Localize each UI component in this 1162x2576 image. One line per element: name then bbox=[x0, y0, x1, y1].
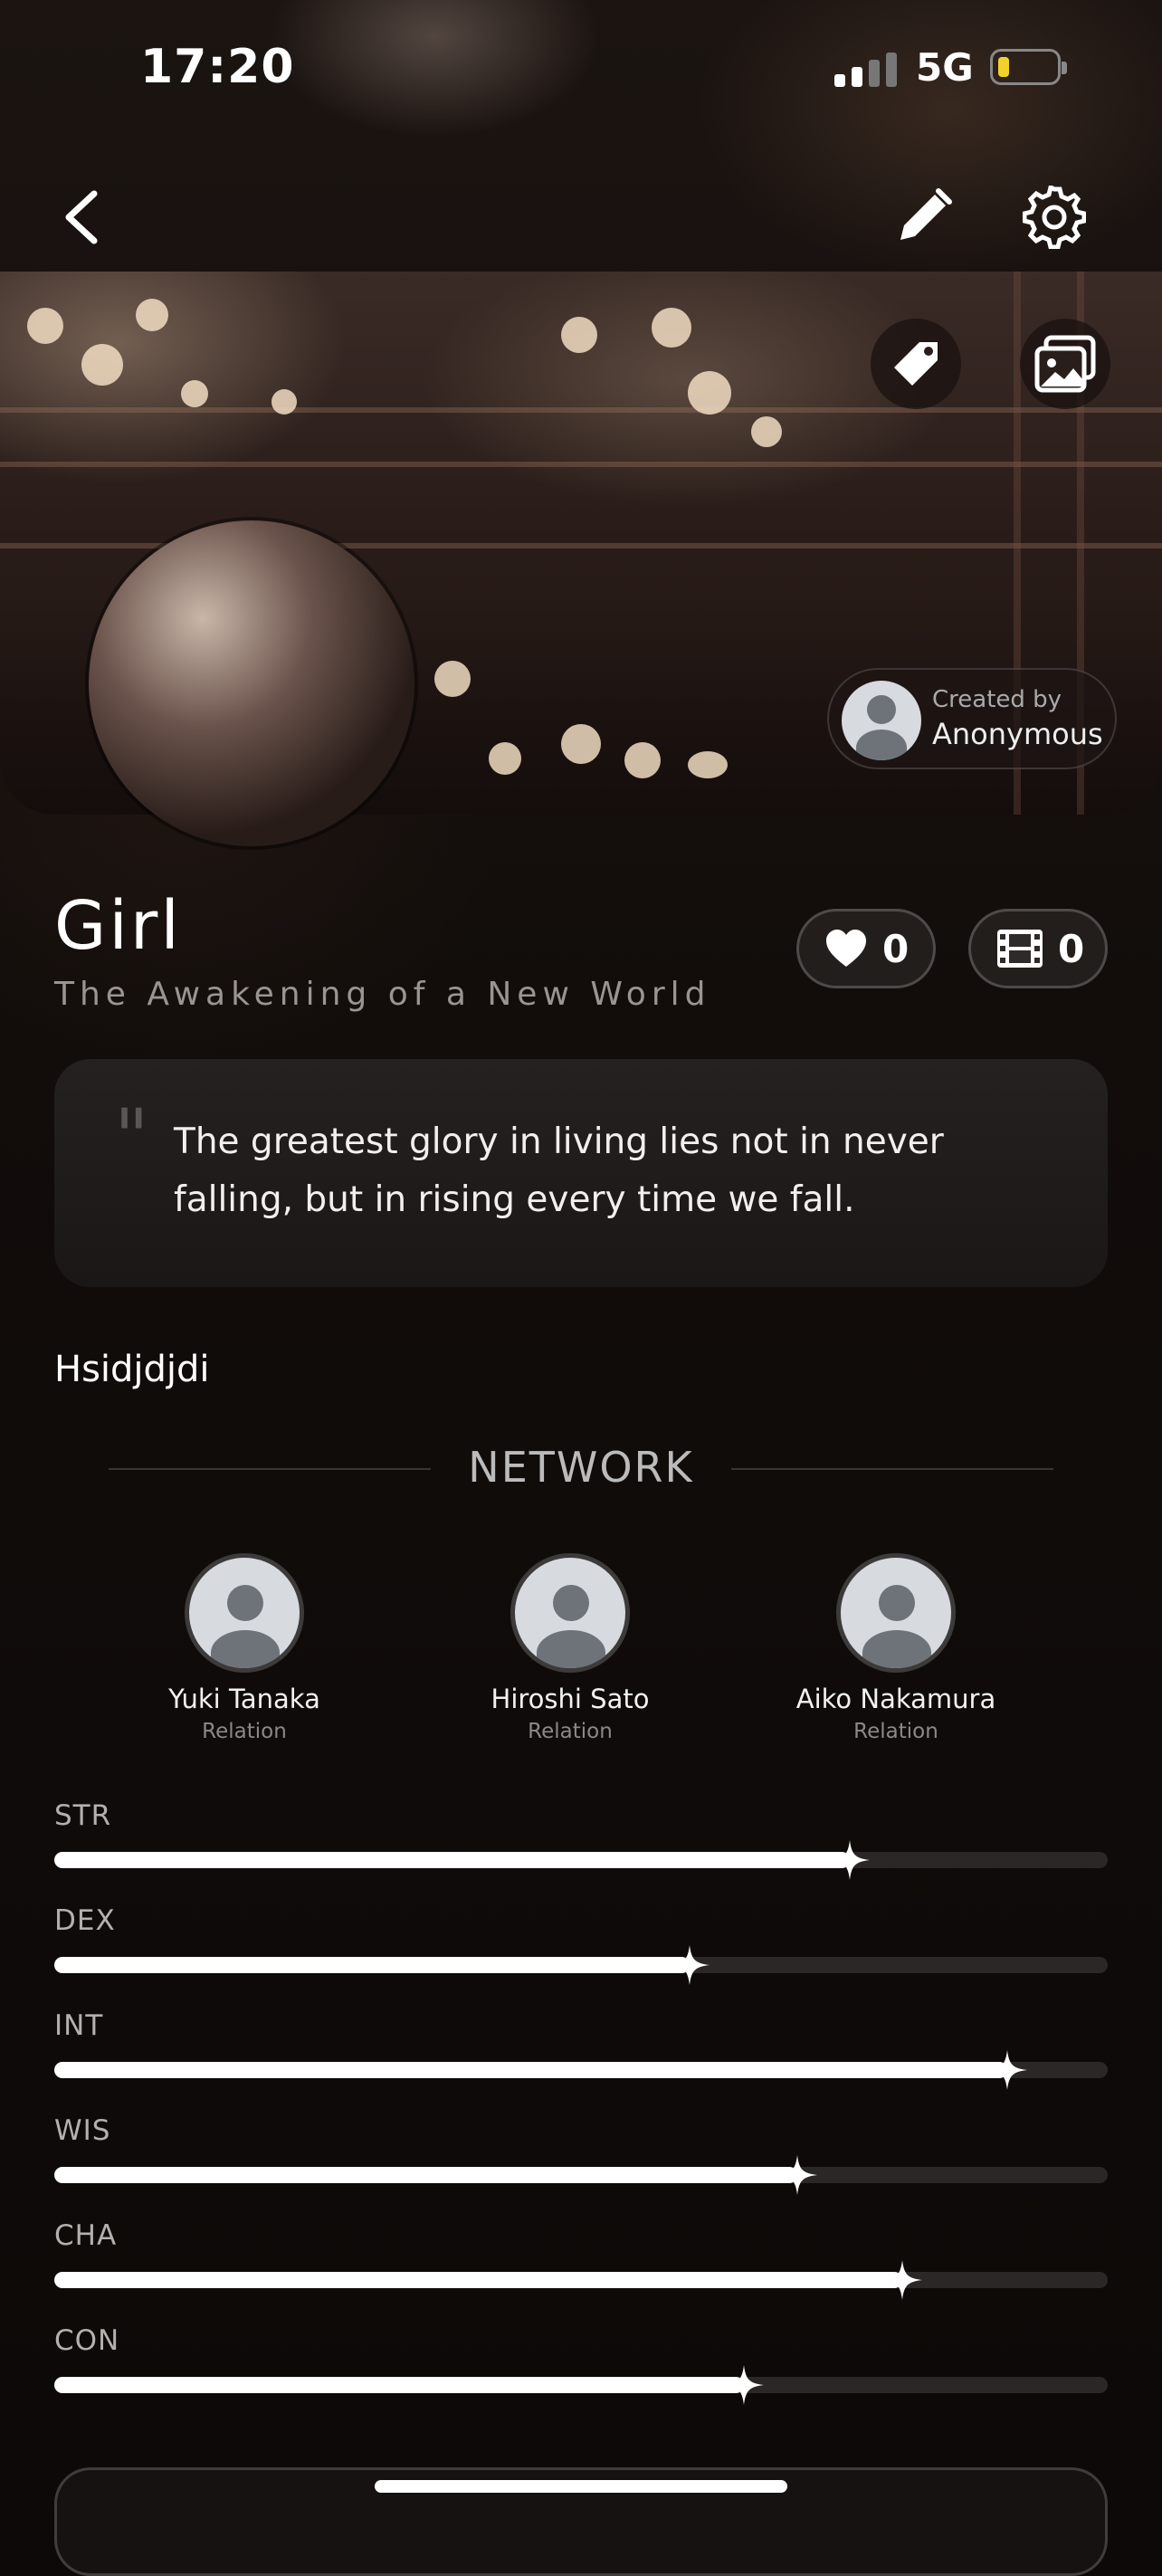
stat-fill bbox=[54, 1852, 850, 1868]
gear-icon bbox=[1023, 186, 1086, 249]
battery-icon bbox=[990, 49, 1067, 85]
quote-card: " The greatest glory in living lies not … bbox=[54, 1059, 1108, 1287]
likes-button[interactable]: 0 bbox=[796, 909, 936, 988]
person-name: Yuki Tanaka bbox=[168, 1684, 320, 1714]
stat-label: WIS bbox=[54, 2114, 111, 2147]
person-avatar bbox=[185, 1553, 304, 1673]
edit-button[interactable] bbox=[887, 181, 959, 253]
stat-label: CON bbox=[54, 2324, 120, 2357]
character-description: Hsidjdjdi bbox=[54, 1349, 210, 1390]
sparkle-knob-icon[interactable] bbox=[776, 2155, 817, 2195]
stat-label: DEX bbox=[54, 1904, 116, 1937]
sparkle-knob-icon[interactable] bbox=[882, 2260, 923, 2300]
videos-count: 0 bbox=[1058, 926, 1085, 971]
status-bar: 17:20 5G bbox=[0, 0, 1162, 136]
stat-slider[interactable] bbox=[54, 2050, 1108, 2090]
back-button[interactable] bbox=[45, 181, 118, 253]
stat-slider[interactable] bbox=[54, 2365, 1108, 2405]
stat-label: CHA bbox=[54, 2219, 118, 2252]
network-heading: NETWORK bbox=[468, 1443, 694, 1492]
network-person[interactable]: Aiko Nakamura Relation bbox=[733, 1553, 1059, 1743]
stat-slider[interactable] bbox=[54, 1945, 1108, 1985]
stat-slider[interactable] bbox=[54, 2155, 1108, 2195]
signal-icon bbox=[834, 52, 897, 87]
tag-icon bbox=[894, 342, 938, 386]
tag-button[interactable] bbox=[871, 319, 961, 409]
person-relation: Relation bbox=[202, 1720, 287, 1743]
person-relation: Relation bbox=[853, 1720, 938, 1743]
person-name: Aiko Nakamura bbox=[795, 1684, 996, 1714]
stat-slider[interactable] bbox=[54, 1840, 1108, 1880]
sparkle-knob-icon[interactable] bbox=[724, 2365, 765, 2405]
character-subtitle: The Awakening of a New World bbox=[54, 976, 711, 1013]
stat-fill bbox=[54, 2167, 797, 2183]
home-indicator[interactable] bbox=[375, 2480, 787, 2493]
person-avatar bbox=[510, 1553, 630, 1673]
character-avatar[interactable] bbox=[89, 520, 414, 846]
network-type: 5G bbox=[916, 45, 974, 90]
character-name: Girl bbox=[54, 887, 182, 965]
network-person[interactable]: Yuki Tanaka Relation bbox=[81, 1553, 407, 1743]
quote-mark: " bbox=[114, 1092, 149, 1181]
person-avatar bbox=[836, 1553, 956, 1673]
stat-fill bbox=[54, 2377, 745, 2393]
film-icon bbox=[997, 930, 1043, 968]
creator-name: Anonymous bbox=[932, 717, 1103, 751]
gallery-button[interactable] bbox=[1020, 319, 1110, 409]
videos-button[interactable]: 0 bbox=[968, 909, 1108, 988]
pencil-icon bbox=[900, 188, 952, 240]
creator-badge[interactable]: Created by Anonymous bbox=[827, 668, 1117, 769]
person-relation: Relation bbox=[528, 1720, 613, 1743]
settings-button[interactable] bbox=[1018, 181, 1091, 253]
likes-count: 0 bbox=[882, 926, 910, 971]
person-name: Hiroshi Sato bbox=[491, 1684, 650, 1714]
sparkle-knob-icon[interactable] bbox=[829, 1840, 870, 1880]
heart-icon bbox=[826, 930, 866, 967]
stat-label: INT bbox=[54, 2009, 104, 2042]
quote-text: The greatest glory in living lies not in… bbox=[174, 1121, 944, 1220]
chevron-left-icon bbox=[65, 190, 98, 244]
sparkle-knob-icon[interactable] bbox=[987, 2050, 1028, 2090]
sparkle-knob-icon[interactable] bbox=[669, 1945, 710, 1985]
creator-label: Created by bbox=[932, 686, 1062, 713]
stat-label: STR bbox=[54, 1799, 112, 1832]
stat-slider[interactable] bbox=[54, 2260, 1108, 2300]
network-person[interactable]: Hiroshi Sato Relation bbox=[407, 1553, 733, 1743]
status-time: 17:20 bbox=[140, 40, 295, 94]
creator-avatar bbox=[842, 681, 921, 760]
stat-fill bbox=[54, 2062, 1008, 2078]
stat-fill bbox=[54, 2272, 903, 2288]
stat-fill bbox=[54, 1957, 690, 1973]
image-icon bbox=[1034, 335, 1096, 393]
